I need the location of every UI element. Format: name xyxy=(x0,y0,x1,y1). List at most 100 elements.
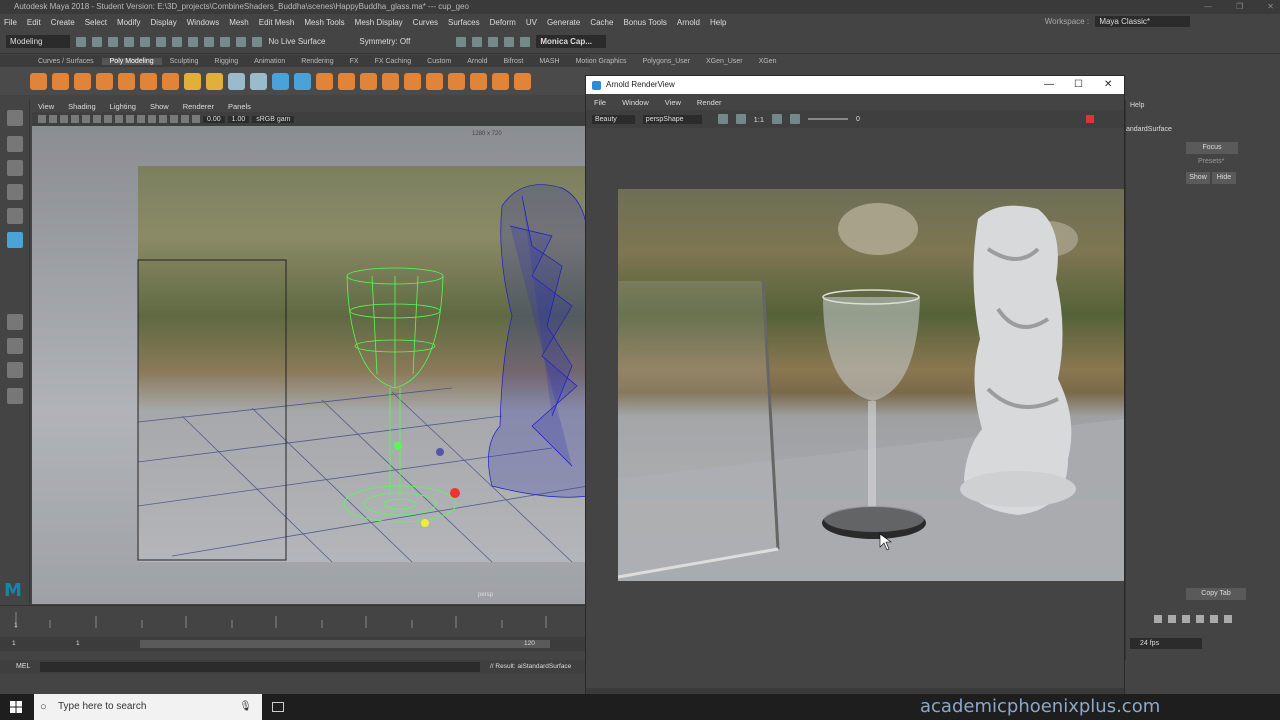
poly-disc-icon[interactable] xyxy=(162,72,179,90)
shelf-tab-polygons-user[interactable]: Polygons_User xyxy=(635,58,698,65)
undo-icon[interactable] xyxy=(124,36,135,47)
outliner-icon[interactable] xyxy=(7,388,23,404)
bookmark-icon[interactable] xyxy=(60,115,68,123)
render-frame-icon[interactable] xyxy=(456,36,467,47)
frame-all-icon[interactable] xyxy=(772,114,782,124)
menu-create[interactable]: Create xyxy=(51,18,75,27)
color-space-field[interactable]: sRGB gam xyxy=(252,115,295,123)
hypershade-icon[interactable] xyxy=(504,36,515,47)
microphone-icon[interactable]: 🎙 xyxy=(239,694,252,720)
scale-tool-icon[interactable] xyxy=(7,232,23,248)
camera-dropdown[interactable]: perspShape xyxy=(642,114,702,124)
menu-help[interactable]: Help xyxy=(710,18,726,27)
multi-cut-icon[interactable] xyxy=(492,72,509,90)
taskbar-search-box[interactable]: ○ Type here to search 🎙 xyxy=(34,694,262,720)
viewport-menu-lighting[interactable]: Lighting xyxy=(110,102,136,111)
shelf-tab-fx-caching[interactable]: FX Caching xyxy=(367,58,420,65)
render-settings-icon[interactable] xyxy=(488,36,499,47)
shelf-tab-xgen[interactable]: XGen xyxy=(751,58,785,65)
menu-edit[interactable]: Edit xyxy=(27,18,41,27)
fill-hole-icon[interactable] xyxy=(470,72,487,90)
play-back-icon[interactable] xyxy=(1182,615,1190,623)
viewport-menu-show[interactable]: Show xyxy=(150,102,169,111)
presets-button[interactable]: Presets* xyxy=(1198,158,1224,165)
rv-menu-render[interactable]: Render xyxy=(697,98,722,107)
persp-outliner-layout-icon[interactable] xyxy=(7,362,23,378)
mirror-icon[interactable] xyxy=(360,72,377,90)
viewport-menu-shading[interactable]: Shading xyxy=(68,102,96,111)
time-slider[interactable]: 1 xyxy=(0,605,590,637)
isolate-select-icon[interactable] xyxy=(181,115,189,123)
step-back-icon[interactable] xyxy=(1168,615,1176,623)
range-end-field[interactable]: 120 xyxy=(524,640,535,647)
exposure-field[interactable]: 0.00 xyxy=(203,115,225,123)
gamma-field[interactable]: 1.00 xyxy=(227,115,250,123)
shelf-tab-sculpting[interactable]: Sculpting xyxy=(162,58,207,65)
lights-icon[interactable] xyxy=(148,115,156,123)
go-to-start-icon[interactable] xyxy=(1154,615,1162,623)
range-start-field[interactable]: 1 xyxy=(12,640,16,647)
combine-icon[interactable] xyxy=(272,72,289,90)
poly-cylinder-icon[interactable] xyxy=(74,72,91,90)
redo-icon[interactable] xyxy=(140,36,151,47)
textured-icon[interactable] xyxy=(137,115,145,123)
shelf-tab-custom[interactable]: Custom xyxy=(419,58,459,65)
ambient-occlusion-icon[interactable] xyxy=(170,115,178,123)
copy-tab-button[interactable]: Copy Tab xyxy=(1186,588,1246,600)
extrude-icon[interactable] xyxy=(382,72,399,90)
menu-modify[interactable]: Modify xyxy=(117,18,141,27)
platonic-solid-icon[interactable] xyxy=(184,72,201,90)
fps-dropdown[interactable]: 24 fps xyxy=(1130,638,1202,649)
select-tool-icon[interactable] xyxy=(7,110,23,126)
film-gate-icon[interactable] xyxy=(93,115,101,123)
script-language-label[interactable]: MEL xyxy=(16,663,30,670)
camera-select-icon[interactable] xyxy=(38,115,46,123)
separate-icon[interactable] xyxy=(294,72,311,90)
live-surface-field[interactable]: No Live Surface xyxy=(268,37,325,46)
viewport-menu-panels[interactable]: Panels xyxy=(228,102,251,111)
save-scene-icon[interactable] xyxy=(108,36,119,47)
exposure-value[interactable]: 0 xyxy=(856,116,860,123)
image-plane-icon[interactable] xyxy=(71,115,79,123)
stop-render-icon[interactable] xyxy=(1086,115,1094,123)
menu-arnold[interactable]: Arnold xyxy=(677,18,700,27)
menu-windows[interactable]: Windows xyxy=(187,18,219,27)
play-forward-icon[interactable] xyxy=(1196,615,1204,623)
menu-mesh-display[interactable]: Mesh Display xyxy=(355,18,403,27)
snap-point-icon[interactable] xyxy=(236,36,247,47)
symmetry-field[interactable]: Symmetry: Off xyxy=(359,37,410,46)
shader-tab[interactable]: andardSurface xyxy=(1126,126,1172,133)
shelf-tab-animation[interactable]: Animation xyxy=(246,58,293,65)
renderview-minimize-icon[interactable]: — xyxy=(1044,76,1054,94)
renderview-close-icon[interactable]: ✕ xyxy=(1104,76,1112,94)
menu-bonus-tools[interactable]: Bonus Tools xyxy=(623,18,666,27)
account-dropdown[interactable]: Monica Cap... xyxy=(536,35,606,48)
poly-cone-icon[interactable] xyxy=(96,72,113,90)
workspace-dropdown[interactable]: Maya Classic* xyxy=(1095,16,1190,27)
shelf-tab-poly-modeling[interactable]: Poly Modeling xyxy=(101,57,162,65)
rotate-tool-icon[interactable] xyxy=(7,208,23,224)
range-bar[interactable] xyxy=(140,640,550,648)
grid-icon[interactable] xyxy=(82,115,90,123)
mode-dropdown[interactable]: Modeling xyxy=(6,35,71,48)
shelf-tab-arnold[interactable]: Arnold xyxy=(459,58,495,65)
move-manipulator[interactable] xyxy=(394,442,460,527)
rv-menu-view[interactable]: View xyxy=(665,98,681,107)
shelf-tab-rendering[interactable]: Rendering xyxy=(293,58,341,65)
menu-uv[interactable]: UV xyxy=(526,18,537,27)
wireframe-icon[interactable] xyxy=(115,115,123,123)
shelf-tab-rigging[interactable]: Rigging xyxy=(206,58,246,65)
renderview-titlebar[interactable]: Arnold RenderView — ☐ ✕ xyxy=(586,76,1124,94)
snap-grid-icon[interactable] xyxy=(204,36,215,47)
poly-plane-icon[interactable] xyxy=(140,72,157,90)
minimize-icon[interactable]: — xyxy=(1204,0,1212,14)
menu-mesh[interactable]: Mesh xyxy=(229,18,249,27)
workspace-selector[interactable]: Workspace : Maya Classic* xyxy=(1045,14,1190,30)
shelf-tab-curves-surfaces[interactable]: Curves / Surfaces xyxy=(30,58,102,65)
select-by-hierarchy-icon[interactable] xyxy=(156,36,167,47)
boolean-icon[interactable] xyxy=(338,72,355,90)
snap-surface-icon[interactable] xyxy=(252,36,263,47)
menu-surfaces[interactable]: Surfaces xyxy=(448,18,480,27)
open-scene-icon[interactable] xyxy=(92,36,103,47)
poly-sphere-icon[interactable] xyxy=(30,72,47,90)
